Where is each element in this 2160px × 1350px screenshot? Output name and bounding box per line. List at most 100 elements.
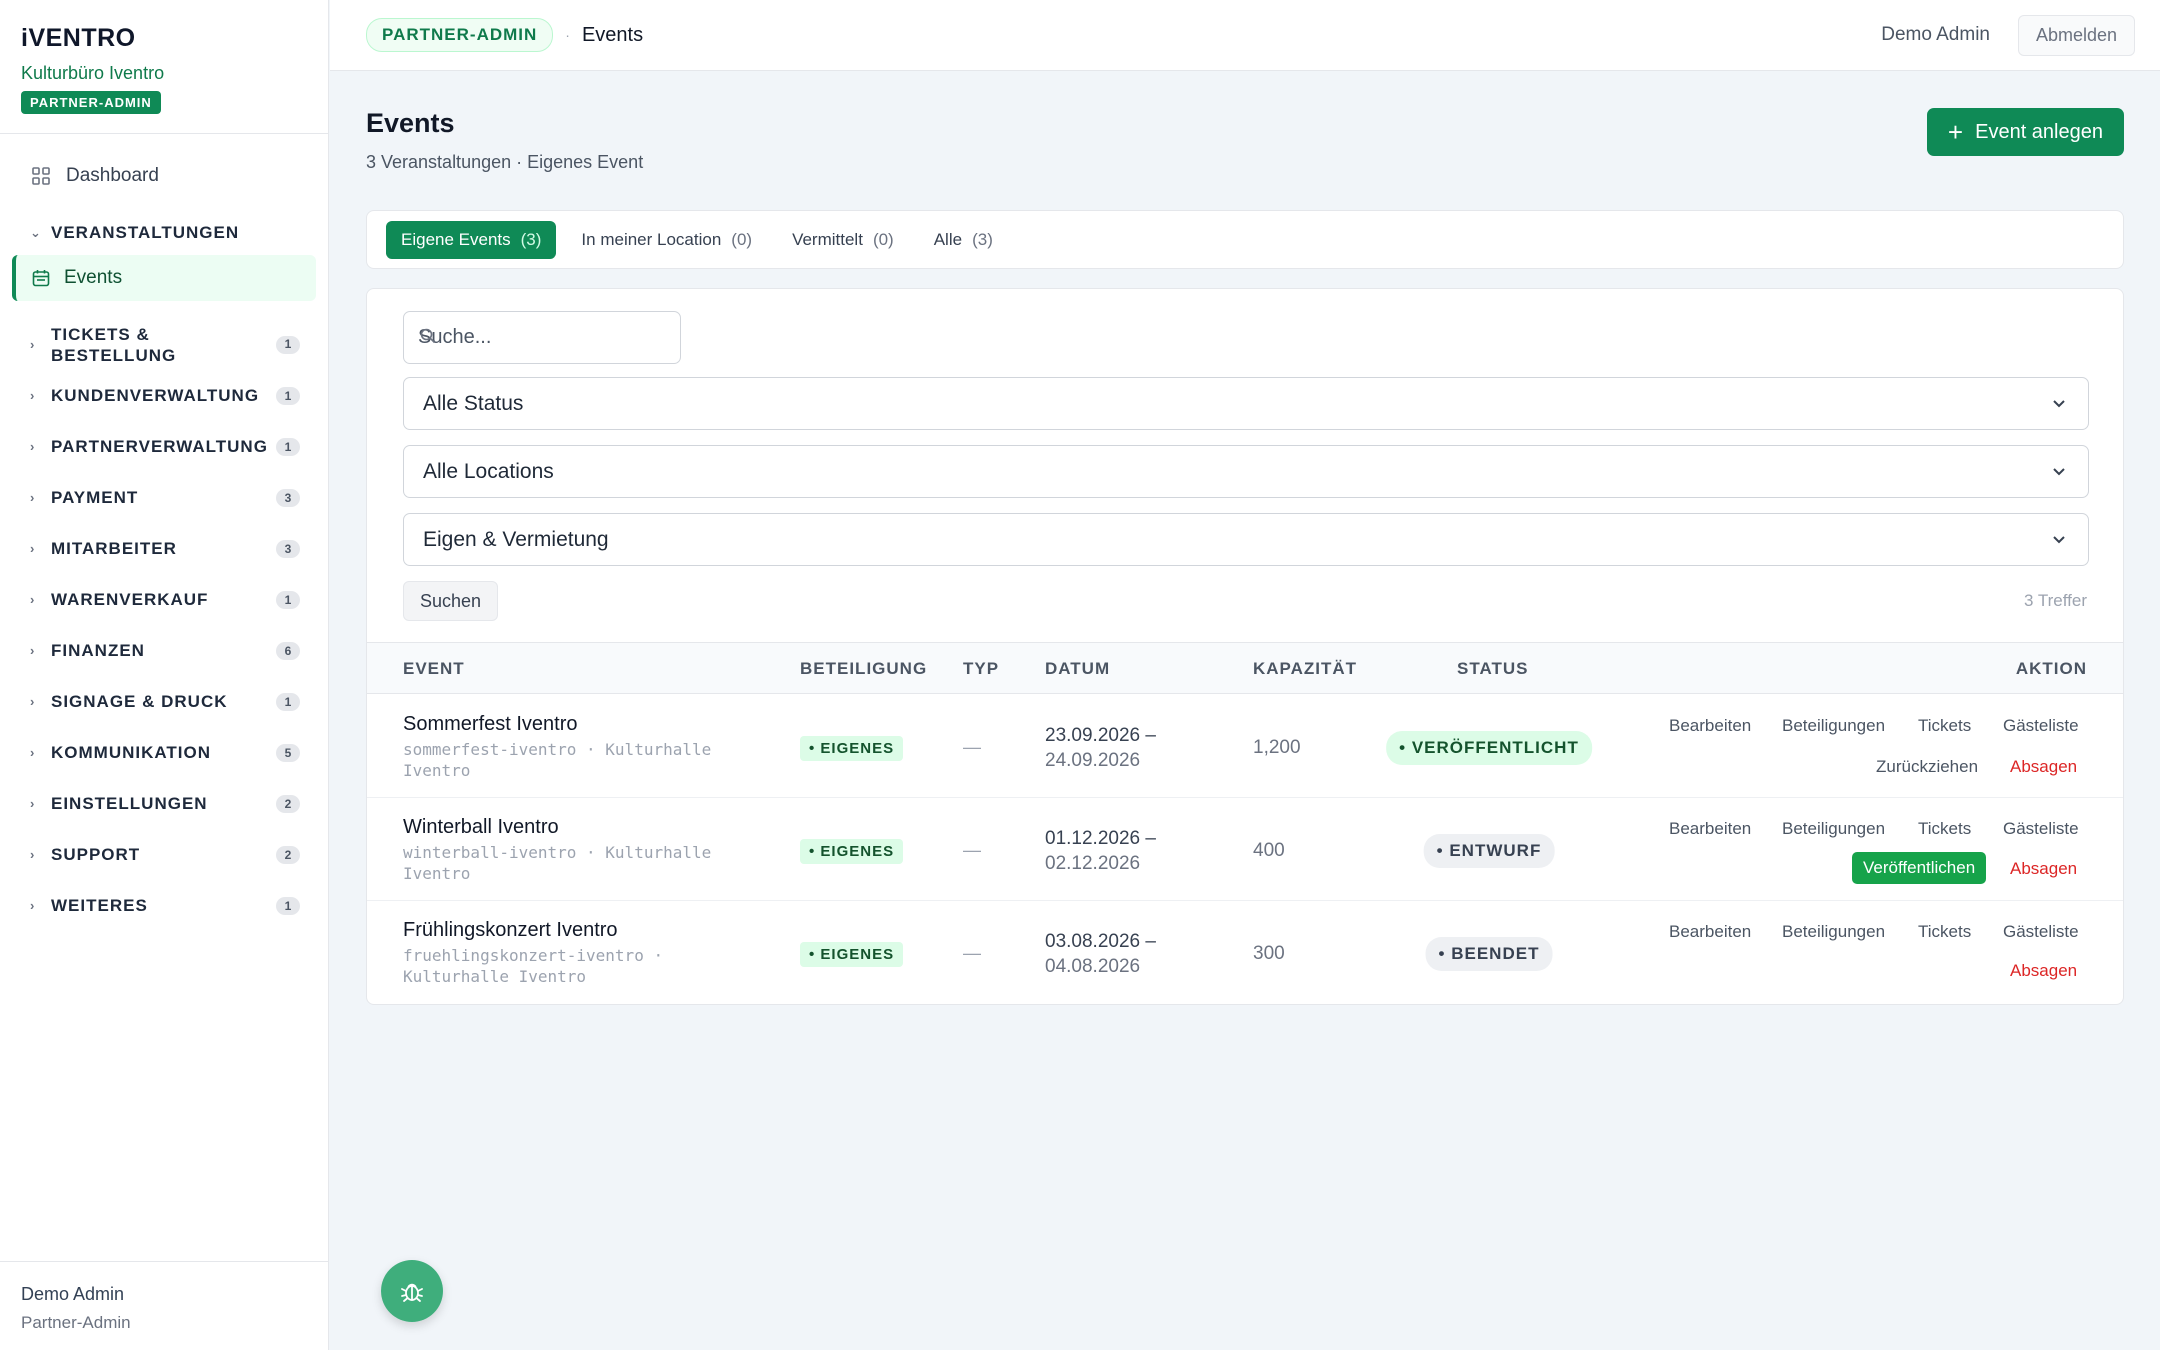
table-row: Winterball Iventro winterball-iventro · … — [367, 798, 2123, 901]
sidebar-group-label: PARTNERVERWALTUNG — [51, 436, 268, 456]
status-select-value: Alle Status — [423, 391, 524, 415]
sidebar-group-label: WARENVERKAUF — [51, 589, 209, 609]
cancel-link[interactable]: Absagen — [2010, 757, 2077, 777]
event-type: — — [963, 737, 981, 757]
column-header-datum[interactable]: DATUM — [1045, 659, 1110, 679]
beteiligung-badge: • EIGENES — [800, 839, 904, 864]
sidebar-item-dashboard[interactable]: Dashboard — [0, 152, 328, 200]
page-title: Events — [366, 108, 455, 138]
chevron-right-icon: › — [30, 796, 36, 811]
tab-in-meiner-location[interactable]: In meiner Location (0) — [566, 221, 767, 259]
sidebar-group-label: FINANZEN — [51, 640, 145, 660]
chevron-right-icon: › — [30, 439, 36, 454]
count-badge: 6 — [276, 641, 300, 660]
event-slug: winterball-iventro · Kulturhalle Iventro — [403, 843, 712, 883]
brand-logo[interactable]: iVENTRO — [21, 24, 307, 53]
date-from: 01.12.2026 – — [1045, 828, 1156, 849]
tickets-link[interactable]: Tickets — [1918, 819, 1971, 839]
sidebar-group-label: KUNDENVERWALTUNG — [51, 385, 260, 405]
tab-count: (3) — [972, 229, 993, 249]
sidebar-group-payment[interactable]: › PAYMENT 3 — [0, 472, 328, 523]
sidebar-group-signage[interactable]: › SIGNAGE & DRUCK 1 — [0, 676, 328, 727]
status-select[interactable]: Alle Status — [403, 377, 2089, 430]
edit-link[interactable]: Bearbeiten — [1669, 716, 1751, 736]
cancel-link[interactable]: Absagen — [2010, 961, 2077, 981]
sidebar-group-label: MITARBEITER — [51, 538, 177, 558]
sidebar-group-kundenverwaltung[interactable]: › KUNDENVERWALTUNG 1 — [0, 370, 328, 421]
edit-link[interactable]: Bearbeiten — [1669, 922, 1751, 942]
column-header-aktion: AKTION — [2015, 659, 2087, 678]
search-button[interactable]: Suchen — [403, 581, 499, 621]
column-header-event[interactable]: EVENT — [403, 659, 465, 679]
column-header-beteiligung[interactable]: BETEILIGUNG — [800, 659, 927, 679]
event-slug: fruehlingskonzert-iventro · Kulturhalle … — [403, 946, 664, 986]
sidebar-group-support[interactable]: › SUPPORT 2 — [0, 829, 328, 880]
event-name[interactable]: Winterball Iventro — [403, 816, 559, 839]
column-header-status[interactable]: STATUS — [1457, 659, 1528, 679]
date-to: 04.08.2026 — [1045, 956, 1141, 977]
chevron-right-icon: › — [30, 898, 36, 913]
footer-user-name: Demo Admin — [21, 1284, 125, 1304]
sidebar-group-kommunikation[interactable]: › KOMMUNIKATION 5 — [0, 727, 328, 778]
date-to: 02.12.2026 — [1045, 853, 1141, 874]
breadcrumb-separator: · — [565, 27, 570, 43]
tab-vermittelt[interactable]: Vermittelt (0) — [777, 221, 909, 259]
logout-button[interactable]: Abmelden — [2017, 14, 2135, 56]
result-count: 3 Treffer — [2024, 591, 2087, 610]
count-badge: 1 — [276, 692, 300, 711]
tickets-link[interactable]: Tickets — [1918, 922, 1971, 942]
sidebar-group-warenverkauf[interactable]: › WARENVERKAUF 1 — [0, 574, 328, 625]
type-select[interactable]: Eigen & Vermietung — [403, 513, 2089, 566]
topbar-user-name: Demo Admin — [1881, 24, 1990, 45]
sidebar-item-label: Events — [64, 267, 123, 288]
role-badge: PARTNER-ADMIN — [21, 91, 161, 114]
tab-label: In meiner Location — [581, 229, 722, 249]
count-badge: 2 — [276, 845, 300, 864]
location-select-value: Alle Locations — [423, 459, 554, 483]
add-event-button[interactable]: + Event anlegen — [1926, 108, 2124, 156]
guestlist-link[interactable]: Gästeliste — [2003, 922, 2079, 942]
guestlist-link[interactable]: Gästeliste — [2003, 716, 2079, 736]
search-field[interactable] — [403, 311, 681, 364]
status-badge: • VERÖFFENTLICHT — [1386, 731, 1592, 765]
sidebar-group-label: VERANSTALTUNGEN — [51, 223, 240, 242]
participations-link[interactable]: Beteiligungen — [1782, 819, 1885, 839]
sidebar-group-finanzen[interactable]: › FINANZEN 6 — [0, 625, 328, 676]
chevron-right-icon: › — [30, 745, 36, 760]
event-type: — — [963, 840, 981, 860]
participations-link[interactable]: Beteiligungen — [1782, 922, 1885, 942]
column-header-typ[interactable]: TYP — [963, 659, 999, 679]
beteiligung-badge: • EIGENES — [800, 736, 904, 761]
tab-eigene-events[interactable]: Eigene Events (3) — [386, 220, 557, 259]
sidebar-group-weiteres[interactable]: › WEITERES 1 — [0, 880, 328, 931]
search-input[interactable] — [418, 326, 638, 349]
sidebar-item-events[interactable]: Events — [12, 255, 316, 301]
guestlist-link[interactable]: Gästeliste — [2003, 819, 2079, 839]
sidebar-group-mitarbeiter[interactable]: › MITARBEITER 3 — [0, 523, 328, 574]
sidebar-group-einstellungen[interactable]: › EINSTELLUNGEN 2 — [0, 778, 328, 829]
status-badge: • ENTWURF — [1423, 834, 1555, 868]
sidebar-group-label: KOMMUNIKATION — [51, 742, 211, 762]
tickets-link[interactable]: Tickets — [1918, 716, 1971, 736]
chevron-right-icon: › — [30, 388, 36, 403]
event-name[interactable]: Frühlingskonzert Iventro — [403, 919, 618, 942]
event-slug: sommerfest-iventro · Kulturhalle Iventro — [403, 740, 712, 780]
date-from: 23.09.2026 – — [1045, 725, 1156, 746]
sidebar-group-veranstaltungen[interactable]: ⌄ VERANSTALTUNGEN — [0, 214, 328, 252]
cancel-link[interactable]: Absagen — [2010, 859, 2077, 879]
sidebar-group-tickets[interactable]: › TICKETS & BESTELLUNG 1 — [0, 319, 328, 370]
edit-link[interactable]: Bearbeiten — [1669, 819, 1751, 839]
event-date: 23.09.2026 – 24.09.2026 — [1045, 723, 1156, 773]
column-header-kapazitaet[interactable]: KAPAZITÄT — [1253, 659, 1357, 679]
organization-name: Kulturbüro Iventro — [21, 63, 165, 83]
chevron-right-icon: › — [30, 337, 36, 352]
sidebar-group-partnerverwaltung[interactable]: › PARTNERVERWALTUNG 1 — [0, 421, 328, 472]
publish-button[interactable]: Veröffentlichen — [1852, 852, 1987, 884]
tab-alle[interactable]: Alle (3) — [919, 221, 1008, 259]
location-select[interactable]: Alle Locations — [403, 445, 2089, 498]
bug-report-button[interactable] — [381, 1260, 443, 1322]
withdraw-link[interactable]: Zurückziehen — [1876, 757, 1978, 777]
participations-link[interactable]: Beteiligungen — [1782, 716, 1885, 736]
event-name[interactable]: Sommerfest Iventro — [403, 713, 578, 736]
beteiligung-badge: • EIGENES — [800, 942, 904, 967]
